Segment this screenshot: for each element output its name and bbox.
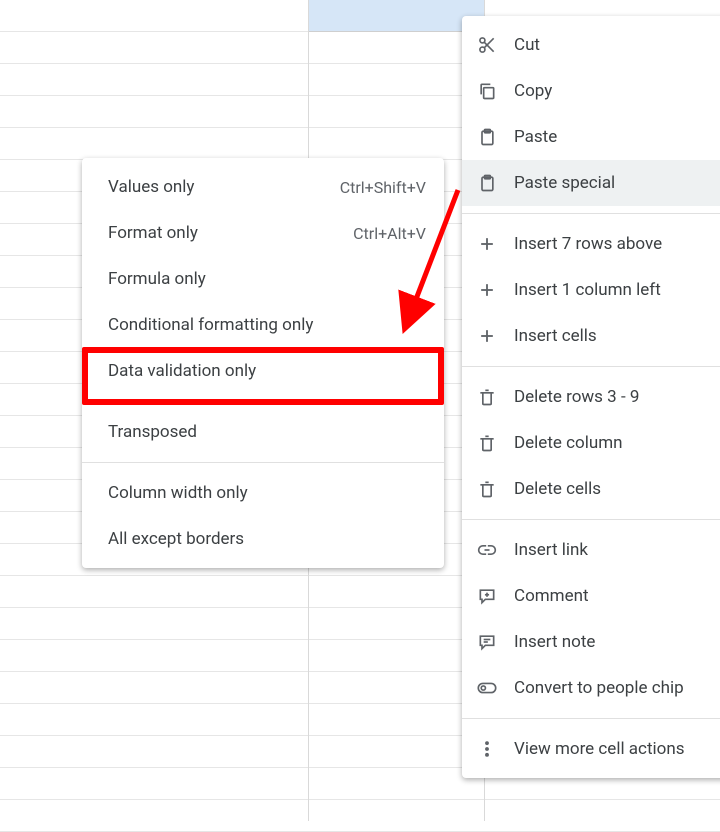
comment-icon xyxy=(476,585,498,607)
submenu-cond-fmt-label: Conditional formatting only xyxy=(108,315,426,335)
submenu-formula-only[interactable]: Formula only xyxy=(82,256,444,302)
menu-delete-rows[interactable]: Delete rows 3 - 9 xyxy=(462,374,720,420)
menu-insert-col-label: Insert 1 column left xyxy=(514,280,720,300)
submenu-separator xyxy=(82,401,444,402)
menu-delete-cells[interactable]: Delete cells xyxy=(462,466,720,512)
menu-copy[interactable]: Copy xyxy=(462,68,720,114)
menu-insert-link-label: Insert link xyxy=(514,540,720,560)
paste-special-submenu: Values only Ctrl+Shift+V Format only Ctr… xyxy=(82,158,444,568)
submenu-cond-fmt[interactable]: Conditional formatting only xyxy=(82,302,444,348)
submenu-transposed-label: Transposed xyxy=(108,422,426,442)
copy-icon xyxy=(476,80,498,102)
menu-insert-cells[interactable]: Insert cells xyxy=(462,313,720,359)
plus-icon xyxy=(476,279,498,301)
menu-cut-label: Cut xyxy=(514,35,720,55)
menu-delete-col[interactable]: Delete column xyxy=(462,420,720,466)
menu-people-chip-label: Convert to people chip xyxy=(514,678,720,698)
plus-icon xyxy=(476,325,498,347)
menu-delete-col-label: Delete column xyxy=(514,433,720,453)
menu-comment-label: Comment xyxy=(514,586,720,606)
submenu-all-except-borders-label: All except borders xyxy=(108,529,426,549)
submenu-all-except-borders[interactable]: All except borders xyxy=(82,516,444,562)
submenu-transposed[interactable]: Transposed xyxy=(82,409,444,455)
menu-insert-rows[interactable]: Insert 7 rows above xyxy=(462,221,720,267)
menu-insert-note[interactable]: Insert note xyxy=(462,619,720,665)
submenu-data-validation[interactable]: Data validation only xyxy=(82,348,444,394)
menu-separator xyxy=(462,366,720,367)
trash-icon xyxy=(476,478,498,500)
trash-icon xyxy=(476,386,498,408)
menu-delete-rows-label: Delete rows 3 - 9 xyxy=(514,387,720,407)
menu-insert-col[interactable]: Insert 1 column left xyxy=(462,267,720,313)
submenu-formula-only-label: Formula only xyxy=(108,269,426,289)
submenu-values-only-shortcut: Ctrl+Shift+V xyxy=(340,178,426,197)
menu-insert-link[interactable]: Insert link xyxy=(462,527,720,573)
submenu-values-only[interactable]: Values only Ctrl+Shift+V xyxy=(82,164,444,210)
link-icon xyxy=(476,539,498,561)
menu-separator xyxy=(462,213,720,214)
submenu-format-only[interactable]: Format only Ctrl+Alt+V xyxy=(82,210,444,256)
menu-delete-cells-label: Delete cells xyxy=(514,479,720,499)
menu-paste-special-label: Paste special xyxy=(514,173,720,193)
more-vert-icon xyxy=(476,738,498,760)
menu-insert-rows-label: Insert 7 rows above xyxy=(514,234,720,254)
menu-insert-cells-label: Insert cells xyxy=(514,326,720,346)
submenu-separator xyxy=(82,462,444,463)
clipboard-icon xyxy=(476,126,498,148)
plus-icon xyxy=(476,233,498,255)
menu-paste[interactable]: Paste xyxy=(462,114,720,160)
menu-copy-label: Copy xyxy=(514,81,720,101)
people-chip-icon xyxy=(476,677,498,699)
context-menu: Cut Copy Paste Paste special Insert 7 ro… xyxy=(462,16,720,778)
submenu-col-width[interactable]: Column width only xyxy=(82,470,444,516)
selected-cell xyxy=(308,0,484,32)
note-icon xyxy=(476,631,498,653)
menu-insert-note-label: Insert note xyxy=(514,632,720,652)
menu-more[interactable]: View more cell actions xyxy=(462,726,720,772)
submenu-format-only-label: Format only xyxy=(108,223,353,243)
submenu-format-only-shortcut: Ctrl+Alt+V xyxy=(353,224,426,243)
menu-separator xyxy=(462,519,720,520)
menu-separator xyxy=(462,718,720,719)
submenu-values-only-label: Values only xyxy=(108,177,340,197)
clipboard-icon xyxy=(476,172,498,194)
scissors-icon xyxy=(476,34,498,56)
trash-icon xyxy=(476,432,498,454)
menu-cut[interactable]: Cut xyxy=(462,22,720,68)
submenu-col-width-label: Column width only xyxy=(108,483,426,503)
menu-people-chip[interactable]: Convert to people chip xyxy=(462,665,720,711)
menu-more-label: View more cell actions xyxy=(514,739,720,759)
submenu-data-validation-label: Data validation only xyxy=(108,361,426,381)
menu-paste-label: Paste xyxy=(514,127,720,147)
menu-comment[interactable]: Comment xyxy=(462,573,720,619)
menu-paste-special[interactable]: Paste special xyxy=(462,160,720,206)
